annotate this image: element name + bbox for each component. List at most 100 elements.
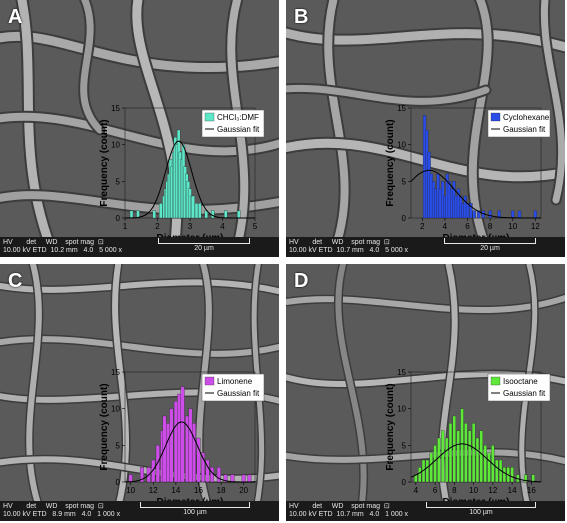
histogram-bar bbox=[460, 408, 464, 483]
histogram-bar bbox=[483, 445, 487, 483]
histogram-bar bbox=[502, 467, 507, 483]
histogram-bar bbox=[479, 430, 483, 483]
histogram-bar bbox=[180, 386, 185, 483]
histogram-bar bbox=[169, 408, 174, 483]
histogram-bar bbox=[418, 467, 422, 483]
scale-bar-label: 100 µm bbox=[469, 509, 493, 516]
x-tick-label: 4 bbox=[443, 222, 448, 231]
x-tick-label: 16 bbox=[527, 486, 536, 495]
panel-letter: C bbox=[8, 270, 23, 292]
histogram-bar bbox=[448, 423, 453, 483]
histogram-bar bbox=[128, 474, 133, 483]
histogram-bar bbox=[224, 210, 228, 219]
sem-panel-d: 05101546810121416Diameter (µm)Frequency … bbox=[286, 264, 565, 521]
histogram-bar bbox=[159, 203, 163, 219]
legend-fit-label: Gaussian fit bbox=[503, 389, 546, 398]
y-axis-label: Frequency (count) bbox=[385, 383, 396, 470]
histogram-bar bbox=[429, 452, 433, 483]
y-tick-label: 10 bbox=[397, 141, 406, 150]
sem-info-values: 10.00 kV ETD 10.2 mm 4.0 5 000 x bbox=[3, 247, 123, 254]
histogram-bar bbox=[464, 423, 468, 483]
x-tick-label: 5 bbox=[253, 222, 258, 231]
y-tick-label: 15 bbox=[111, 104, 120, 113]
x-tick-label: 20 bbox=[239, 486, 248, 495]
histogram-bar bbox=[433, 445, 437, 483]
scale-bar-label: 20 µm bbox=[194, 245, 214, 252]
legend-fit-label: Gaussian fit bbox=[217, 389, 260, 398]
y-tick-label: 5 bbox=[116, 177, 121, 186]
histogram-bar bbox=[444, 437, 449, 483]
y-tick-label: 0 bbox=[402, 478, 407, 487]
sem-info-bar: HV det WD spot mag ⊡ 10.00 kV ETD 10.2 m… bbox=[0, 237, 279, 257]
y-axis-label: Frequency (count) bbox=[99, 119, 110, 206]
x-tick-label: 6 bbox=[433, 486, 438, 495]
histogram-bar bbox=[511, 210, 515, 219]
histogram-bar bbox=[488, 210, 492, 219]
legend-fit-label: Gaussian fit bbox=[217, 125, 260, 134]
x-tick-label: 10 bbox=[469, 486, 478, 495]
scale-bar: 20 µm bbox=[444, 238, 536, 252]
histogram-bar bbox=[441, 430, 445, 483]
sem-info-bar: HV det WD spot mag ⊡ 10.00 kV ETD 8.9 mm… bbox=[0, 501, 279, 521]
legend-swatch bbox=[204, 376, 215, 386]
x-tick-label: 1 bbox=[123, 222, 128, 231]
histogram-bar bbox=[216, 467, 221, 483]
histogram-bar bbox=[237, 210, 241, 219]
y-tick-label: 15 bbox=[111, 368, 120, 377]
y-tick-label: 5 bbox=[402, 177, 407, 186]
histogram-bar bbox=[129, 210, 134, 219]
x-tick-label: 2 bbox=[155, 222, 160, 231]
y-axis-label: Frequency (count) bbox=[385, 119, 396, 206]
histogram-bar bbox=[191, 195, 195, 219]
legend-swatch bbox=[490, 112, 501, 122]
sem-info-header: HV det WD spot mag ⊡ bbox=[3, 503, 104, 510]
scale-bar-line bbox=[426, 502, 536, 508]
sem-info-header: HV det WD spot mag ⊡ bbox=[3, 239, 104, 246]
histogram-bar bbox=[188, 408, 193, 483]
legend-swatch bbox=[490, 376, 501, 386]
sem-panel-b: 05101524681012Diameter (µm)Frequency (co… bbox=[286, 0, 565, 257]
x-tick-label: 14 bbox=[171, 486, 180, 495]
legend-series-label: Cyclohexane bbox=[503, 113, 550, 122]
x-tick-label: 16 bbox=[194, 486, 203, 495]
x-tick-label: 12 bbox=[488, 486, 497, 495]
histogram-bar bbox=[495, 459, 499, 483]
legend-swatch bbox=[204, 112, 215, 122]
x-tick-label: 3 bbox=[188, 222, 193, 231]
histogram-bar bbox=[471, 423, 476, 483]
histogram-chart-d: 05101546810121416Diameter (µm)Frequency … bbox=[385, 368, 551, 508]
x-tick-label: 10 bbox=[508, 222, 517, 231]
scale-bar: 100 µm bbox=[140, 502, 250, 516]
y-tick-label: 5 bbox=[402, 441, 407, 450]
scale-bar-label: 100 µm bbox=[183, 509, 207, 516]
legend-series-label: CHCl₃:DMF bbox=[217, 113, 259, 122]
x-tick-label: 8 bbox=[452, 486, 457, 495]
x-tick-label: 6 bbox=[465, 222, 470, 231]
scale-bar: 100 µm bbox=[426, 502, 536, 516]
sem-info-bar: HV det WD spot mag ⊡ 10.00 kV ETD 10.7 m… bbox=[286, 237, 565, 257]
sem-info-values: 10.00 kV ETD 10.7 mm 4.0 5 000 x bbox=[289, 247, 409, 254]
scale-bar-line bbox=[158, 238, 250, 244]
sem-info-header: HV det WD spot mag ⊡ bbox=[289, 239, 390, 246]
histogram-bar bbox=[166, 423, 170, 483]
histogram-bar bbox=[173, 401, 178, 483]
scale-bar: 20 µm bbox=[158, 238, 250, 252]
histogram-bar bbox=[194, 203, 199, 219]
y-tick-label: 10 bbox=[397, 405, 406, 414]
scale-bar-label: 20 µm bbox=[480, 245, 500, 252]
x-tick-label: 2 bbox=[420, 222, 425, 231]
histogram-bar bbox=[241, 474, 246, 483]
x-tick-label: 10 bbox=[126, 486, 135, 495]
x-tick-label: 18 bbox=[217, 486, 226, 495]
histogram-bar bbox=[425, 459, 430, 483]
y-tick-label: 10 bbox=[111, 405, 120, 414]
legend-fit-label: Gaussian fit bbox=[503, 125, 546, 134]
histogram-bar bbox=[487, 452, 491, 483]
panel-letter: B bbox=[294, 6, 309, 28]
histogram-bar bbox=[533, 210, 537, 219]
histogram-chart-b: 05101524681012Diameter (µm)Frequency (co… bbox=[385, 104, 551, 244]
histogram-bar bbox=[475, 437, 480, 483]
y-tick-label: 5 bbox=[116, 441, 121, 450]
y-tick-label: 15 bbox=[397, 368, 406, 377]
x-tick-label: 12 bbox=[531, 222, 540, 231]
